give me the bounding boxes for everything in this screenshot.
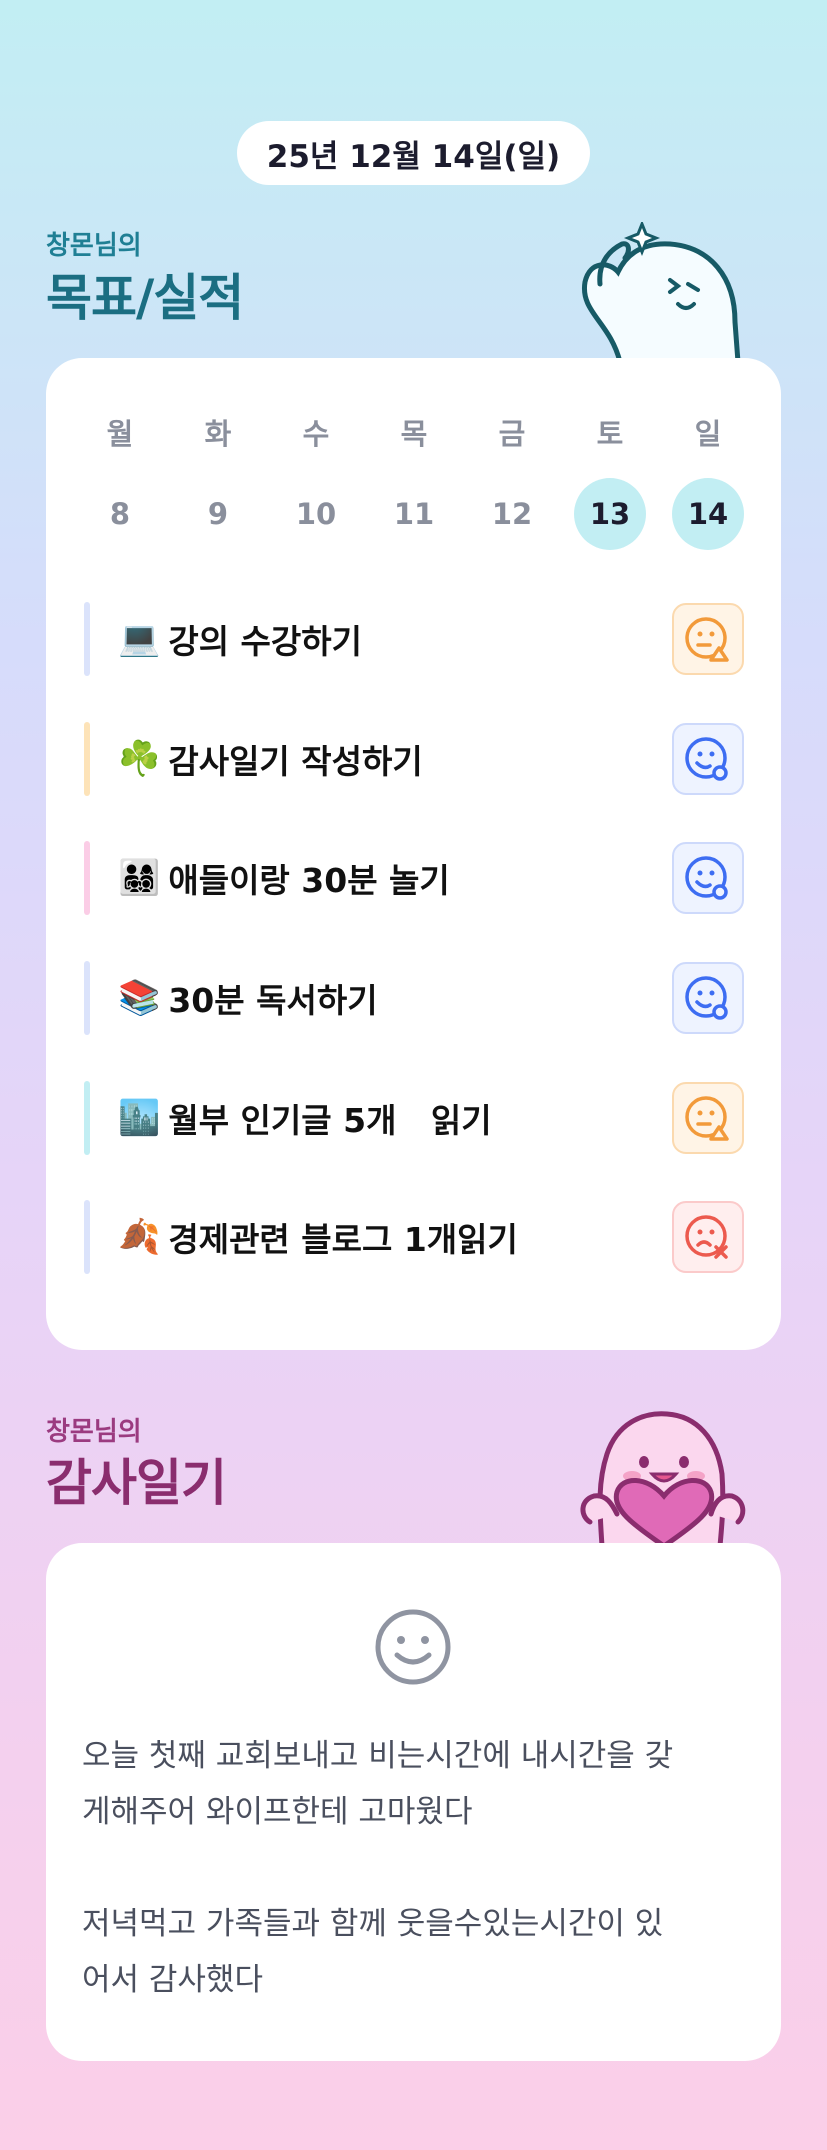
smile-face-icon [375,1609,451,1685]
weekday-thu: 목 [400,417,428,451]
date-cell[interactable]: 8 [84,478,156,550]
weekday-sat: 토 [596,417,624,451]
goal-item[interactable]: 🏙️ 월부 인기글 5개 읽기 [84,1081,744,1155]
goal-label: 30분 독서하기 [168,981,378,1020]
partial-face-icon [683,614,733,664]
goal-emoji-icon: 📚 [118,978,161,1018]
week-days-row: 월 화 수 목 금 토 일 [84,396,744,468]
goal-emoji-icon: 👨‍👩‍👧‍👦 [118,858,161,898]
goal-emoji-icon: 🏙️ [118,1098,161,1138]
goal-item[interactable]: 💻 강의 수강하기 [84,602,744,676]
weekday-mon: 월 [106,417,134,451]
weekday-fri: 금 [498,417,526,451]
goal-label: 월부 인기글 5개 읽기 [168,1101,492,1140]
goal-emoji-icon: ☘️ [118,739,161,779]
heart-mascot-icon [580,1411,746,1546]
goals-subtitle: 창몬님의 [46,231,142,261]
diary-title: 감사일기 [46,1454,227,1512]
success-face-icon [683,973,733,1023]
goal-accent-bar [84,722,90,796]
date-cell[interactable]: 10 [280,478,352,550]
date-cell[interactable]: 12 [476,478,548,550]
ghost-mascot-icon [581,222,741,362]
date-cell-today[interactable]: 14 [672,478,744,550]
goals-title: 목표/실적 [46,269,244,327]
goal-label: 감사일기 작성하기 [168,742,423,781]
goal-accent-bar [84,602,90,676]
week-dates-row: 8 9 10 11 12 13 14 [84,478,744,550]
goal-status-button[interactable] [672,603,744,675]
partial-face-icon [683,1093,733,1143]
goal-status-button[interactable] [672,962,744,1034]
fail-face-icon [683,1212,733,1262]
goal-item[interactable]: 🍂 경제관련 블로그 1개읽기 [84,1200,744,1274]
success-face-icon [683,734,733,784]
weekday-wed: 수 [302,417,330,451]
weekday-sun: 일 [694,417,722,451]
goal-status-button[interactable] [672,1201,744,1273]
goal-label: 경제관련 블로그 1개읽기 [168,1220,518,1259]
goal-emoji-icon: 💻 [118,619,161,659]
weekday-tue: 화 [204,417,232,451]
date-cell[interactable]: 11 [378,478,450,550]
goal-item[interactable]: 📚 30분 독서하기 [84,961,744,1035]
date-pill: 25년 12월 14일(일) [237,121,590,185]
goal-status-button[interactable] [672,1082,744,1154]
success-face-icon [683,853,733,903]
goal-status-button[interactable] [672,723,744,795]
goal-accent-bar [84,1200,90,1274]
goal-label: 애들이랑 30분 놀기 [168,861,450,900]
goal-accent-bar [84,841,90,915]
date-cell-selected[interactable]: 13 [574,478,646,550]
goal-emoji-icon: 🍂 [118,1217,161,1257]
date-cell[interactable]: 9 [182,478,254,550]
diary-entry-text: 오늘 첫째 교회보내고 비는시간에 내시간을 갖 게해주어 와이프한테 고마웠다… [82,1738,674,1998]
goal-item[interactable]: ☘️ 감사일기 작성하기 [84,722,744,796]
goal-status-button[interactable] [672,842,744,914]
goal-accent-bar [84,1081,90,1155]
goal-item[interactable]: 👨‍👩‍👧‍👦 애들이랑 30분 놀기 [84,841,744,915]
goal-accent-bar [84,961,90,1035]
goal-label: 강의 수강하기 [168,622,362,661]
